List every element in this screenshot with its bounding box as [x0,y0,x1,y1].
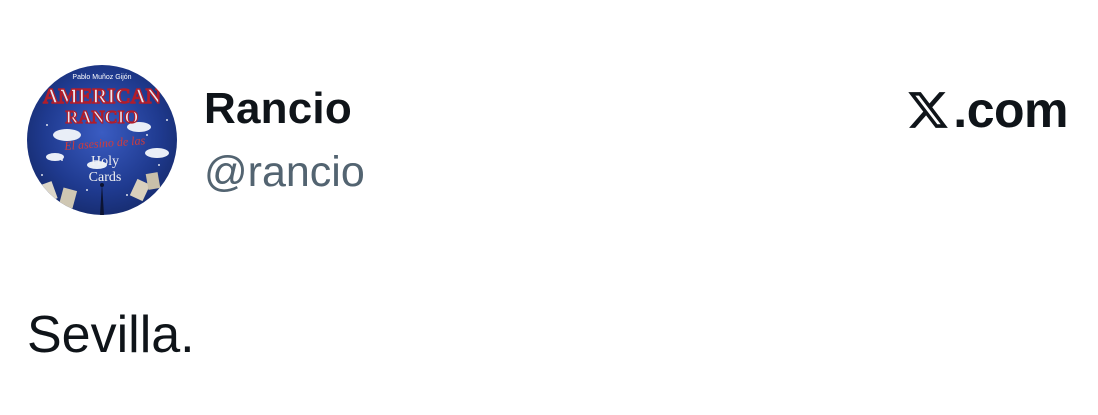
avatar-subtitle-3: Cards [89,170,122,185]
user-handle[interactable]: @rancio [204,145,365,199]
x-com-brand[interactable]: .com [905,80,1068,140]
display-name[interactable]: Rancio [204,82,352,136]
avatar[interactable]: Pablo Muñoz Gijón AMERICAN RANCIO El ase… [27,65,177,215]
brand-text: .com [953,82,1068,138]
x-logo-icon [908,92,949,128]
avatar-subtitle-2: Holy [91,154,119,169]
avatar-title-2: RANCIO [65,107,138,127]
avatar-image: Pablo Muñoz Gijón AMERICAN RANCIO El ase… [27,65,177,215]
avatar-top-line: Pablo Muñoz Gijón [72,74,131,81]
tweet-text: Sevilla. [27,306,195,364]
avatar-title-1: AMERICAN [43,84,161,108]
tweet-card: Pablo Muñoz Gijón AMERICAN RANCIO El ase… [0,0,1098,415]
